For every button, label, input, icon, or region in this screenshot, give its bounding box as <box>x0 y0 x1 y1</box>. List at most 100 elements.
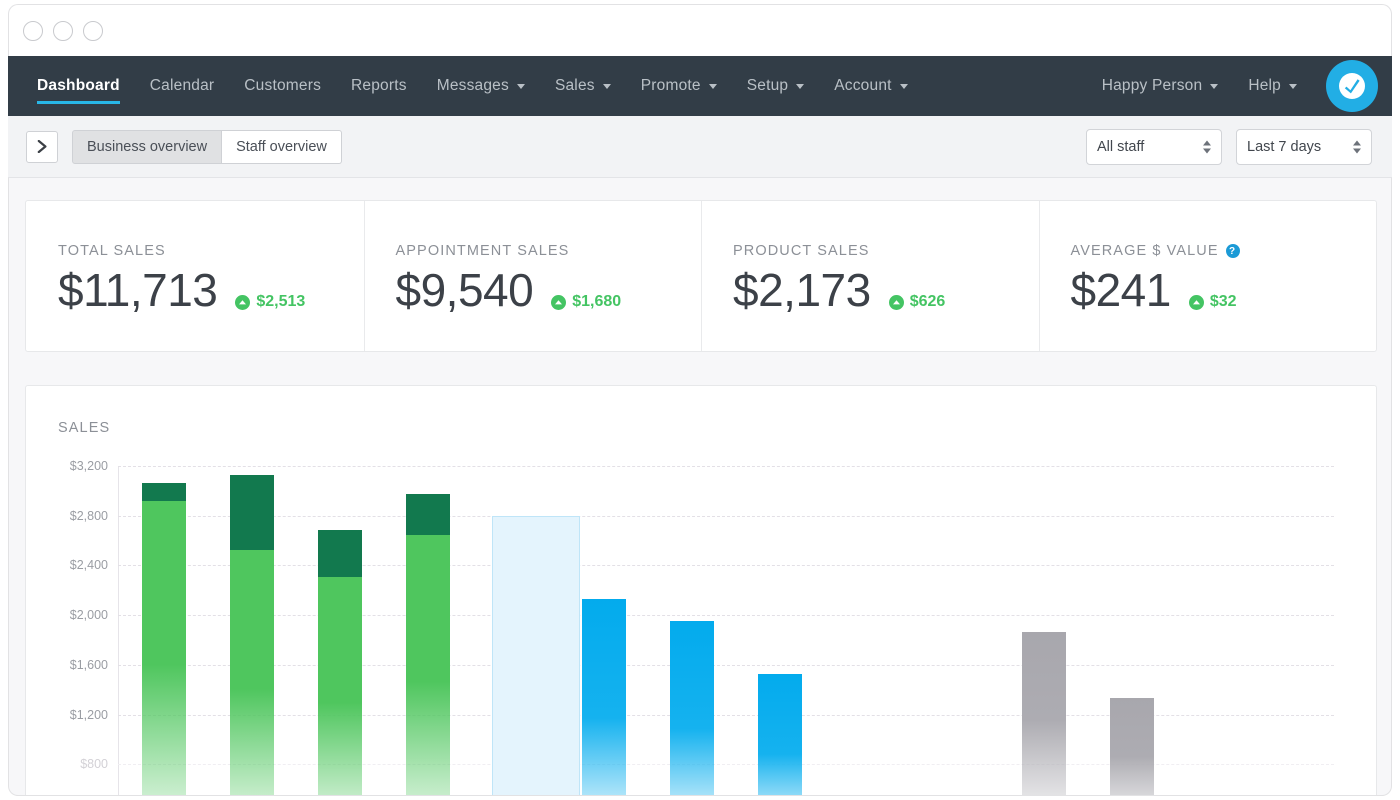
kpi-value-row: $241 $32 <box>1071 265 1377 316</box>
window-close-button[interactable] <box>23 21 43 41</box>
chart-bar-segment <box>318 530 362 577</box>
arrow-up-circle-icon <box>235 295 250 310</box>
kpi-value: $241 <box>1071 265 1171 316</box>
chart-y-tick-label: $1,600 <box>70 658 108 672</box>
kpi-delta: $2,513 <box>235 293 305 311</box>
tab-label: Business overview <box>87 139 207 155</box>
chevron-down-icon <box>1210 84 1218 89</box>
expand-sidebar-button[interactable] <box>26 131 58 163</box>
stepper-arrows-icon <box>1203 140 1211 153</box>
dashboard-body: TOTAL SALES $11,713 $2,513 APPOINTMENT S… <box>8 178 1392 796</box>
arrow-up-circle-icon <box>551 295 566 310</box>
kpi-card-average-value: AVERAGE $ VALUE ? $241 $32 <box>1039 201 1377 351</box>
window-minimize-button[interactable] <box>53 21 73 41</box>
nav-item-calendar[interactable]: Calendar <box>135 56 230 116</box>
chart-bar[interactable] <box>318 565 362 796</box>
chart-bar-segment <box>758 674 802 796</box>
brand-logo-button[interactable] <box>1326 60 1378 112</box>
kpi-value: $9,540 <box>396 265 534 316</box>
chevron-down-icon <box>603 84 611 89</box>
chart-bar-segment <box>142 483 186 502</box>
chart-bar-segment <box>230 475 274 550</box>
nav-item-label: Messages <box>437 77 509 95</box>
secondary-nav-items: Happy Person Help <box>1087 56 1392 116</box>
kpi-label-text: AVERAGE $ VALUE <box>1071 243 1219 259</box>
chart-bar[interactable] <box>406 529 450 796</box>
nav-item-user-menu[interactable]: Happy Person <box>1087 56 1234 116</box>
arrow-up-circle-icon <box>1189 295 1204 310</box>
date-range-value: Last 7 days <box>1247 139 1321 155</box>
chevron-down-icon <box>796 84 804 89</box>
nav-item-messages[interactable]: Messages <box>422 56 540 116</box>
chart-y-tick-label: $2,800 <box>70 509 108 523</box>
nav-item-sales[interactable]: Sales <box>540 56 626 116</box>
chart-gridline <box>118 615 1334 616</box>
kpi-delta: $626 <box>889 293 946 311</box>
chart-bar-segment <box>1022 632 1066 796</box>
nav-item-label: Promote <box>641 77 701 95</box>
kpi-value-row: $2,173 $626 <box>733 265 1039 316</box>
sales-bar-chart[interactable]: $3,200$2,800$2,400$2,000$1,600$1,200$800 <box>118 466 1343 796</box>
kpi-label: PRODUCT SALES <box>733 243 1039 259</box>
kpi-label: TOTAL SALES <box>58 243 364 259</box>
sales-chart-card: SALES $3,200$2,800$2,400$2,000$1,600$1,2… <box>25 385 1377 796</box>
nav-item-promote[interactable]: Promote <box>626 56 732 116</box>
nav-item-label: Customers <box>244 77 321 95</box>
chart-gridline <box>118 466 1334 467</box>
chart-y-tick-label: $3,200 <box>70 459 108 473</box>
chevron-down-icon <box>517 84 525 89</box>
chart-y-tick-label: $2,400 <box>70 558 108 572</box>
nav-item-dashboard[interactable]: Dashboard <box>22 56 135 116</box>
window-controls <box>23 21 103 41</box>
chart-bar-segment <box>142 501 186 796</box>
kpi-label: APPOINTMENT SALES <box>396 243 702 259</box>
chart-y-tick-label: $800 <box>80 757 108 771</box>
nav-item-label: Calendar <box>150 77 215 95</box>
dashboard-subheader: Business overview Staff overview All sta… <box>8 116 1392 178</box>
kpi-value: $2,173 <box>733 265 871 316</box>
chart-bar[interactable] <box>758 710 802 796</box>
help-question-icon[interactable]: ? <box>1226 244 1240 258</box>
kpi-delta: $1,680 <box>551 293 621 311</box>
user-menu-label: Happy Person <box>1102 77 1203 95</box>
chart-bar-segment <box>406 535 450 796</box>
tab-business-overview[interactable]: Business overview <box>72 130 222 164</box>
nav-item-label: Dashboard <box>37 77 120 95</box>
kpi-card-product-sales: PRODUCT SALES $2,173 $626 <box>701 201 1039 351</box>
chevron-down-icon <box>1289 84 1297 89</box>
chart-bar-segment <box>406 494 450 535</box>
chart-bar[interactable] <box>670 656 714 796</box>
chart-bar[interactable] <box>142 518 186 796</box>
chart-bar-segment <box>1110 698 1154 796</box>
kpi-delta: $32 <box>1189 293 1237 311</box>
nav-item-setup[interactable]: Setup <box>732 56 820 116</box>
nav-item-label: Sales <box>555 77 595 95</box>
nav-item-reports[interactable]: Reports <box>336 56 422 116</box>
chevron-right-icon <box>37 140 48 153</box>
nav-item-label: Account <box>834 77 891 95</box>
chart-bar-segment <box>318 577 362 796</box>
chart-column-highlight[interactable] <box>492 516 580 796</box>
staff-filter-select[interactable]: All staff <box>1086 129 1222 165</box>
tab-staff-overview[interactable]: Staff overview <box>222 130 342 164</box>
nav-item-help[interactable]: Help <box>1233 56 1312 116</box>
chart-gridline <box>118 565 1334 566</box>
nav-item-account[interactable]: Account <box>819 56 922 116</box>
chart-bar[interactable] <box>582 635 626 796</box>
staff-filter-value: All staff <box>1097 139 1144 155</box>
chart-bar[interactable] <box>230 511 274 796</box>
kpi-label-text: APPOINTMENT SALES <box>396 243 570 259</box>
chart-bar[interactable] <box>1110 733 1154 796</box>
stepper-arrows-icon <box>1353 140 1361 153</box>
kpi-card-total-sales: TOTAL SALES $11,713 $2,513 <box>26 201 364 351</box>
arrow-up-circle-icon <box>889 295 904 310</box>
date-range-filter-select[interactable]: Last 7 days <box>1236 129 1372 165</box>
window-maximize-button[interactable] <box>83 21 103 41</box>
main-navigation-bar: Dashboard Calendar Customers Reports Mes… <box>8 56 1392 116</box>
tab-label: Staff overview <box>236 139 327 155</box>
browser-window-chrome <box>8 4 1392 56</box>
chart-bar-segment <box>230 550 274 796</box>
nav-item-customers[interactable]: Customers <box>229 56 336 116</box>
chart-bar[interactable] <box>1022 667 1066 796</box>
kpi-label-text: PRODUCT SALES <box>733 243 870 259</box>
